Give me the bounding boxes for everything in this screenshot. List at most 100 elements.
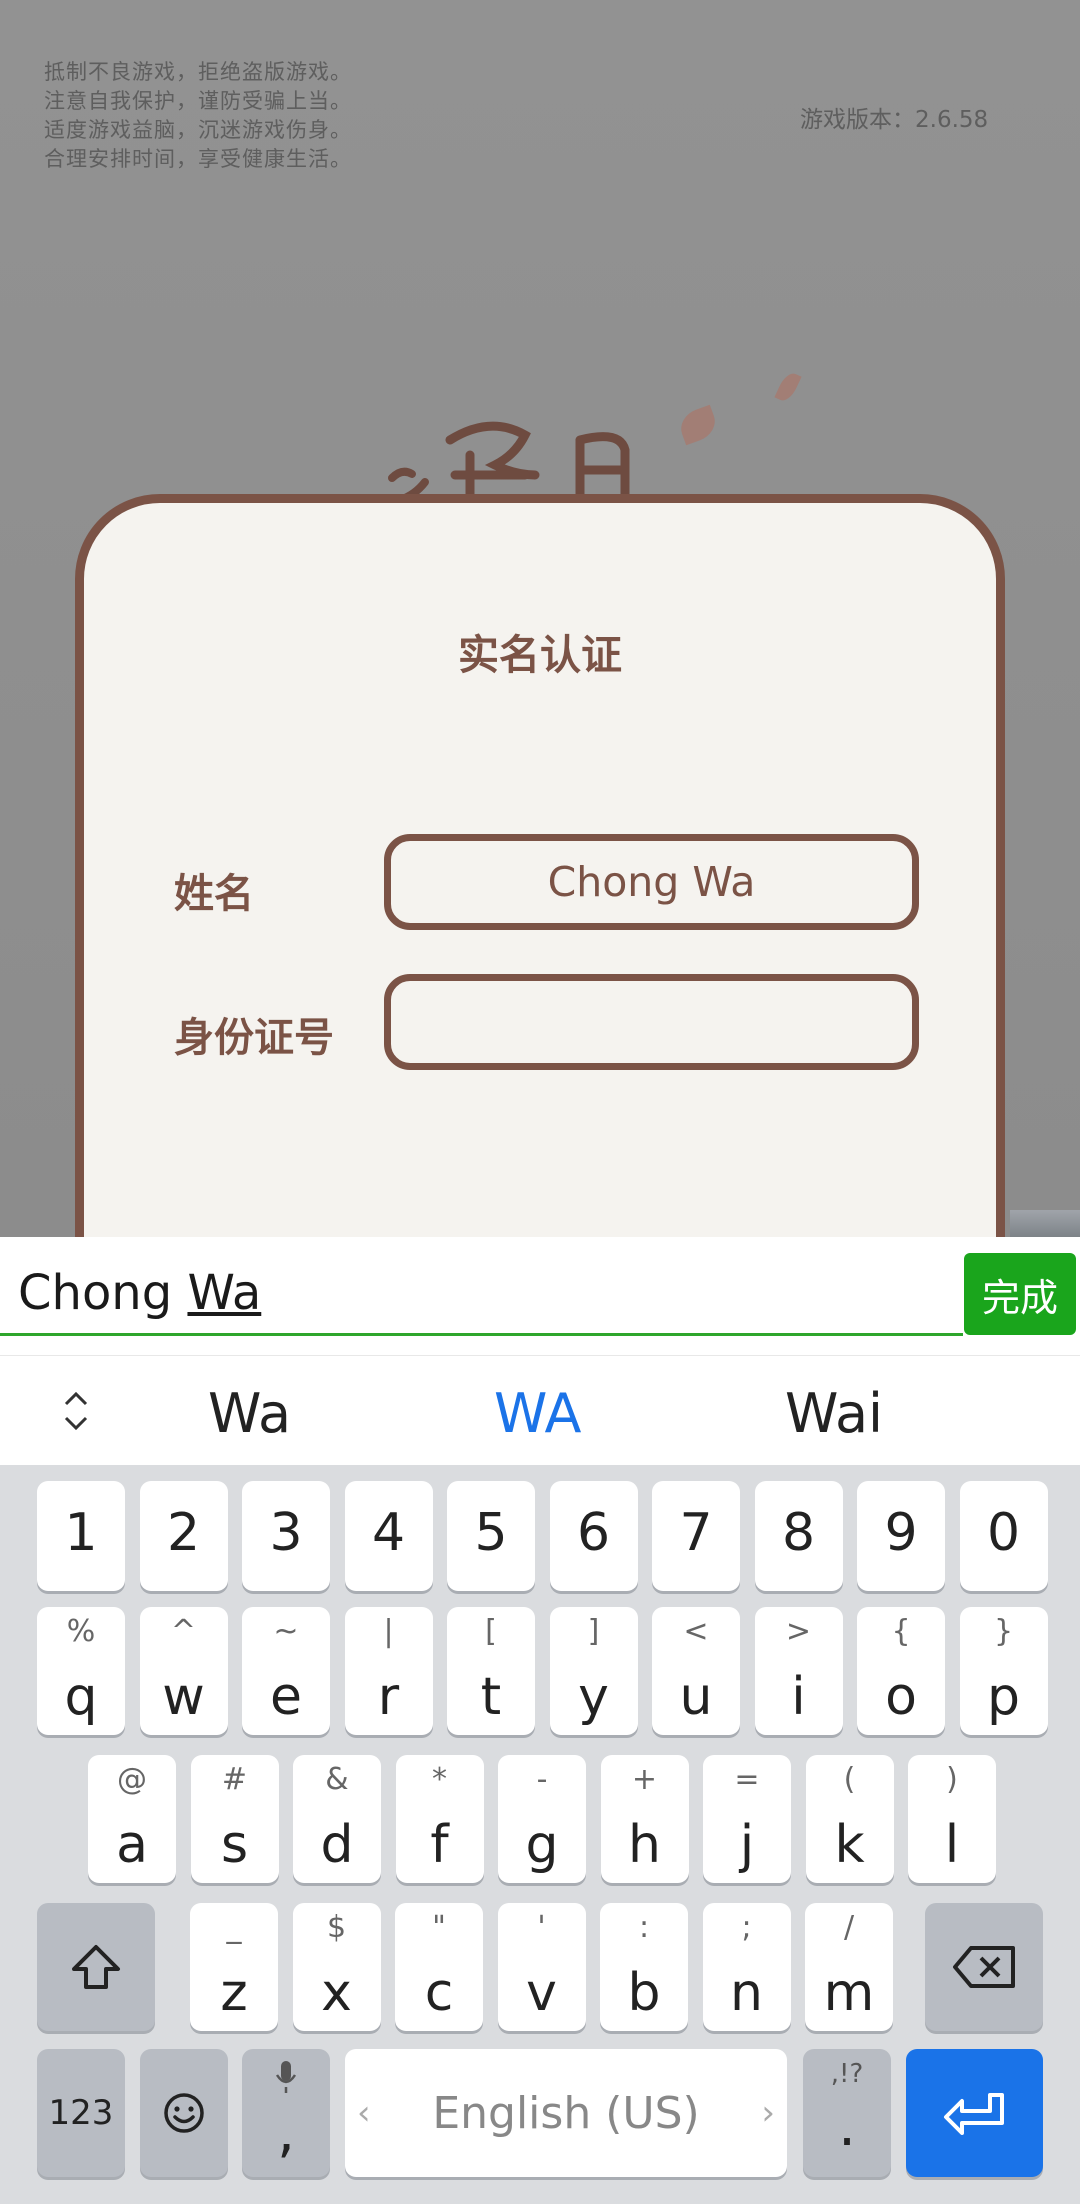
key-label: j (739, 1815, 755, 1875)
key-label: l (944, 1815, 960, 1875)
key-d[interactable]: & d (293, 1755, 381, 1883)
key-r[interactable]: | r (344, 1607, 433, 1735)
key-b[interactable]: :b (600, 1903, 688, 2031)
key-alt-label: * (432, 1762, 447, 1797)
voice-comma-key[interactable]: , (242, 2049, 330, 2177)
key-label: 8 (781, 1503, 816, 1563)
numbers-mode-key[interactable]: 123 (37, 2049, 125, 2177)
id-number-field[interactable] (384, 974, 919, 1070)
key-label: k (834, 1815, 865, 1875)
numbers-mode-label: 123 (48, 2093, 114, 2133)
key-label: m (823, 1963, 875, 2023)
mic-icon (275, 2061, 297, 2093)
key-alt-label: ' (537, 1910, 546, 1945)
suggestion-item-highlighted[interactable]: WA (494, 1382, 581, 1445)
key-t[interactable]: [t (447, 1607, 535, 1735)
key-6[interactable]: 6 (549, 1481, 638, 1591)
key-9[interactable]: 9 (857, 1481, 945, 1591)
key-label: 1 (64, 1503, 98, 1563)
backspace-icon (925, 1903, 1043, 2031)
key-alt-label: { (891, 1614, 911, 1649)
backspace-key[interactable] (925, 1903, 1043, 2031)
key-y[interactable]: ] y (549, 1607, 638, 1735)
key-q[interactable]: % q (37, 1607, 125, 1735)
shift-icon (37, 1903, 155, 2031)
key-w[interactable]: ^ w (139, 1607, 228, 1735)
key-label: p (986, 1667, 1020, 1727)
key-label: s (220, 1815, 249, 1875)
key-0[interactable]: 0 (959, 1481, 1048, 1591)
key-f[interactable]: * f (395, 1755, 484, 1883)
key-label: x (321, 1963, 352, 2023)
key-h[interactable]: + h (600, 1755, 689, 1883)
key-k[interactable]: (k (805, 1755, 894, 1883)
key-alt-label: = (734, 1762, 760, 1797)
health-notice: 抵制不良游戏，拒绝盗版游戏。 注意自我保护，谨防受骗上当。 适度游戏益脑，沉迷游… (44, 58, 352, 174)
notice-line: 抵制不良游戏，拒绝盗版游戏。 (44, 60, 352, 84)
key-z[interactable]: _ z (190, 1903, 278, 2031)
suggestion-item[interactable]: Wa (208, 1382, 291, 1445)
space-key[interactable]: ‹ English (US) › (345, 2049, 787, 2177)
key-m[interactable]: / m (805, 1903, 893, 2031)
period-key[interactable]: ,!?. (803, 2049, 891, 2177)
key-alt-label: / (843, 1910, 855, 1945)
key-g[interactable]: -g (498, 1755, 586, 1883)
key-o[interactable]: {o (857, 1607, 945, 1735)
key-x[interactable]: $ x (292, 1903, 381, 2031)
key-1[interactable]: 1 (37, 1481, 125, 1591)
key-p[interactable]: } p (959, 1607, 1048, 1735)
key-u[interactable]: < u (652, 1607, 740, 1735)
key-label: e (270, 1667, 302, 1727)
expand-toggle-icon[interactable] (58, 1386, 94, 1436)
key-label: w (162, 1667, 205, 1727)
key-j[interactable]: = j (703, 1755, 791, 1883)
shift-key[interactable] (37, 1903, 155, 2031)
emoji-key[interactable] (140, 2049, 228, 2177)
key-v[interactable]: ' v (497, 1903, 586, 2031)
key-l[interactable]: ) l (908, 1755, 996, 1883)
key-label: 5 (474, 1503, 508, 1563)
key-label: r (377, 1667, 400, 1727)
key-label: n (730, 1963, 763, 2023)
period-label: . (838, 2094, 856, 2159)
key-a[interactable]: @ a (88, 1755, 176, 1883)
done-button[interactable]: 完成 (964, 1253, 1076, 1335)
key-label: h (628, 1815, 661, 1875)
key-8[interactable]: 8 (754, 1481, 843, 1591)
name-field[interactable]: Chong Wa (384, 834, 919, 930)
key-e[interactable]: ~ e (242, 1607, 330, 1735)
key-label: d (320, 1815, 354, 1875)
key-2[interactable]: 2 (139, 1481, 228, 1591)
key-4[interactable]: 4 (344, 1481, 433, 1591)
key-label: g (525, 1815, 559, 1875)
enter-key[interactable] (906, 2049, 1043, 2177)
name-label: 姓名 (174, 871, 254, 917)
key-alt-label: $ (326, 1910, 347, 1945)
key-label: f (430, 1815, 449, 1875)
game-version: 游戏版本：2.6.58 (800, 107, 989, 133)
key-alt-label: ( (843, 1762, 856, 1797)
key-s[interactable]: # s (190, 1755, 279, 1883)
key-alt-label: ~ (273, 1614, 299, 1649)
key-n[interactable]: ; n (702, 1903, 791, 2031)
dialog-title: 实名认证 (458, 631, 622, 679)
key-5[interactable]: 5 (447, 1481, 535, 1591)
key-c[interactable]: " c (395, 1903, 483, 2031)
period-alt-label: ,!? (830, 2059, 864, 2089)
suggestion-bar: Wa WA Wai (0, 1355, 1080, 1466)
key-alt-label: ; (741, 1910, 752, 1945)
scenery-strip (1010, 1210, 1080, 1237)
key-alt-label: % (66, 1614, 96, 1649)
key-label: b (627, 1963, 661, 2023)
key-i[interactable]: > i (754, 1607, 843, 1735)
ime-input-text[interactable]: Chong Wa (18, 1265, 261, 1321)
notice-line: 注意自我保护，谨防受骗上当。 (44, 89, 352, 113)
key-alt-label: | (383, 1614, 394, 1649)
key-label: c (424, 1963, 454, 2023)
key-label: 9 (884, 1503, 918, 1563)
key-3[interactable]: 3 (242, 1481, 330, 1591)
suggestion-item[interactable]: Wai (785, 1382, 883, 1445)
composing-text: Wa (187, 1265, 262, 1321)
key-alt-label: + (631, 1762, 658, 1797)
key-7[interactable]: 7 (652, 1481, 740, 1591)
